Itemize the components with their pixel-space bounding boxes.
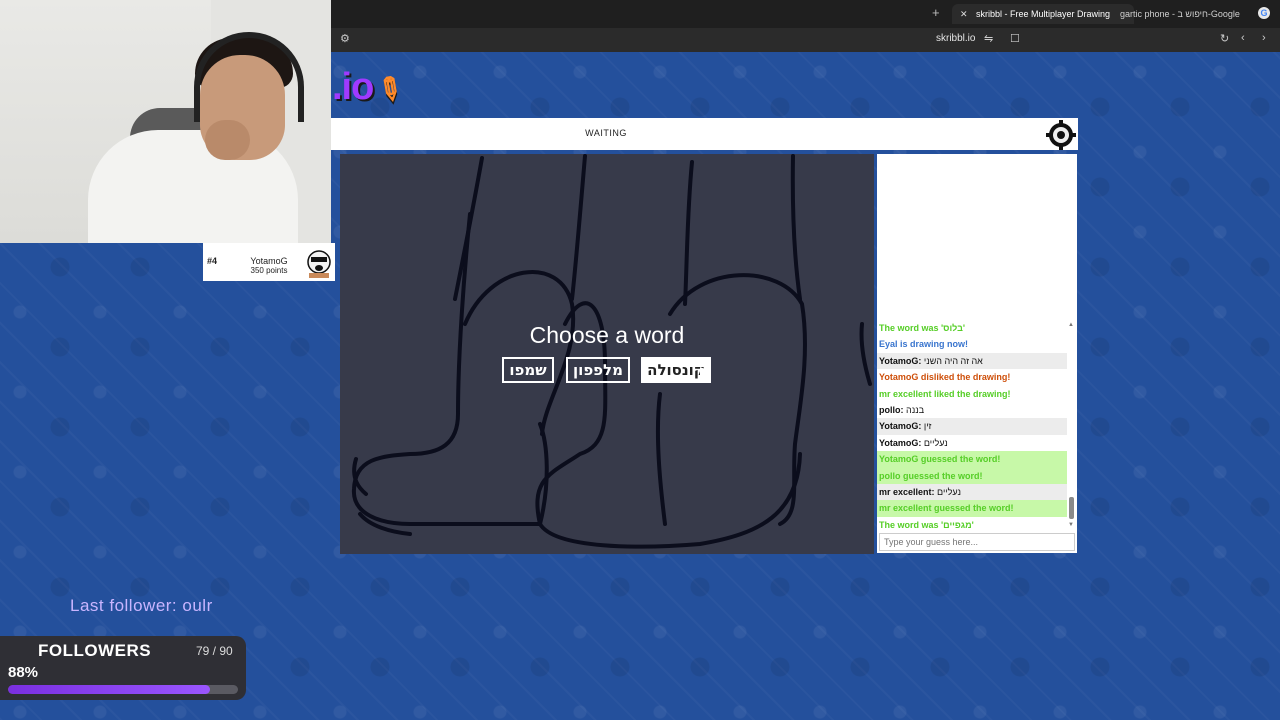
chat-text: נעליים [937, 486, 961, 497]
last-follower-text: Last follower: oulr [70, 596, 213, 615]
chat-author: mr excellent: [879, 486, 935, 497]
chat-text: YotamoG disliked the drawing! [879, 372, 1011, 383]
chat-text: אה זה היה השני [923, 355, 983, 366]
drawing-canvas[interactable] [340, 154, 874, 554]
followers-label: FOLLOWERS [38, 641, 152, 660]
chat-message: YotamoG: זין [877, 418, 1067, 435]
chat-text: נעליים [923, 437, 948, 448]
webcam-feed [0, 0, 331, 243]
followers-progress-fill [8, 685, 211, 694]
chat-log[interactable]: The word was 'בלוס' Eyal is drawing now! Y… [877, 320, 1077, 532]
chat-text: Eyal is drawing now! [879, 339, 969, 350]
boots-drawing [351, 154, 872, 549]
word-option-2[interactable]: מלפפון [566, 357, 630, 383]
chat-scroll-down-icon[interactable]: ▼ [1068, 522, 1074, 528]
player-points: 350 points [250, 266, 288, 275]
chat-author: YotamoG: [879, 437, 922, 448]
game-status-bar: WAITING [330, 118, 1078, 150]
chat-message: YotamoG guessed the word! [877, 451, 1067, 468]
chat-empty-area [877, 154, 1077, 320]
url-text[interactable]: skribbl.io [936, 33, 975, 44]
chat-message: pollo: בננה [877, 402, 1067, 418]
site-info-icon[interactable]: ⚙ [340, 32, 350, 45]
forward-icon[interactable]: › [1262, 32, 1266, 44]
chat-text: pollo guessed the word! [879, 470, 983, 481]
skribbl-logo: .io✎ [332, 66, 409, 110]
tab-title-2: gartic phone - חיפוש ב-Google [1120, 9, 1240, 19]
chat-message: YotamoG: אה זה היה השני [877, 352, 1067, 370]
chat-message: mr excellent liked the drawing! [877, 386, 1067, 402]
player-rank: #4 [207, 256, 218, 266]
chat-message: The word was 'בלוס' [877, 320, 1067, 336]
reload-icon[interactable]: ↻ [1220, 32, 1229, 45]
chat-text: mr excellent guessed the word! [879, 503, 1014, 514]
chat-text: mr excellent liked the drawing! [879, 388, 1011, 399]
chat-text: זין [923, 421, 932, 432]
chat-text: בננה [906, 404, 925, 415]
tab-skribbl[interactable]: ✕ skribbl - Free Multiplayer Drawing [952, 4, 1134, 24]
chat-author: YotamoG: [879, 421, 922, 432]
chat-text: The word was 'בלוס' [879, 323, 966, 333]
new-tab-icon[interactable]: + [932, 5, 940, 20]
guess-input[interactable] [879, 533, 1075, 551]
close-tab-icon[interactable]: ✕ [960, 4, 968, 24]
chat-message: Eyal is drawing now! [877, 336, 1067, 352]
settings-gear-icon[interactable] [1046, 120, 1076, 150]
chat-message: YotamoG disliked the drawing! [877, 369, 1067, 385]
followers-progress-bar [8, 685, 238, 694]
chat-scroll-up-icon[interactable]: ▲ [1068, 322, 1074, 328]
player-name: YotamoG [250, 256, 288, 266]
tab-title: skribbl - Free Multiplayer Drawing [976, 9, 1111, 19]
chat-author: YotamoG: [879, 355, 922, 366]
back-icon[interactable]: ‹ [1241, 32, 1245, 44]
chat-author: pollo: [879, 404, 904, 415]
chat-message: The word was 'מגפיים' [877, 517, 1067, 532]
chat-message: mr excellent guessed the word! [877, 500, 1067, 517]
chat-scrollbar-thumb[interactable] [1069, 497, 1074, 519]
mouse-cursor-icon [700, 367, 705, 378]
choose-word-title: Choose a word [529, 322, 685, 348]
chat-message: pollo guessed the word! [877, 467, 1067, 484]
google-icon: G [1258, 7, 1270, 19]
followers-percent: 88% [8, 664, 39, 681]
followers-count: 79 / 90 [196, 644, 233, 658]
chat-text: YotamoG guessed the word! [879, 454, 1001, 465]
tune-icon[interactable]: ⇋ [984, 32, 993, 45]
bookmark-icon[interactable]: ☐ [1010, 32, 1020, 45]
chat-message: YotamoG: נעליים [877, 435, 1067, 451]
word-option-1[interactable]: שמפו [502, 357, 554, 383]
game-status-text: WAITING [585, 128, 627, 138]
player-avatar [307, 250, 331, 278]
chat-text: The word was 'מגפיים' [879, 519, 974, 530]
tab-gartic-search[interactable]: gartic phone - חיפוש ב-Google [1120, 4, 1250, 24]
chat-message: mr excellent: נעליים [877, 483, 1067, 501]
